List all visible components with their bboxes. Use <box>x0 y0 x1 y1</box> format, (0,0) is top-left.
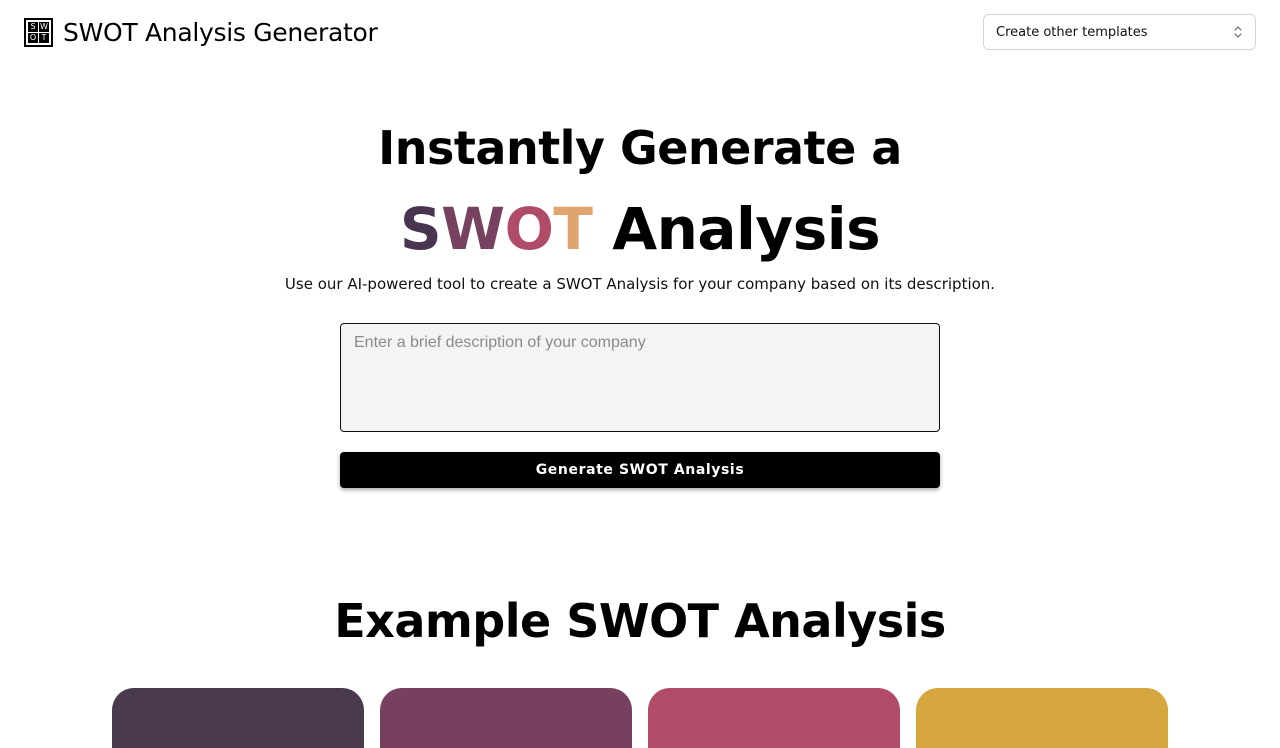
company-description-input[interactable] <box>340 323 940 432</box>
weaknesses-card <box>380 688 632 748</box>
strengths-card <box>112 688 364 748</box>
swot-letter-t: T <box>553 195 593 263</box>
logo-letter-s: S <box>28 21 38 32</box>
example-swot-cards <box>112 688 1168 748</box>
brand[interactable]: S W O T SWOT Analysis Generator <box>24 16 378 48</box>
hero-heading-line2: SWOT Analysis <box>0 194 1280 264</box>
generate-swot-button[interactable]: Generate SWOT Analysis <box>340 452 940 488</box>
logo-letter-o: O <box>28 32 38 43</box>
template-select[interactable]: Create other templates <box>983 14 1256 50</box>
opportunities-card <box>648 688 900 748</box>
hero-heading-line1: Instantly Generate a <box>378 121 902 175</box>
swot-letter-o: O <box>504 195 554 263</box>
swot-logo-icon: S W O T <box>24 17 53 47</box>
logo-letter-t: T <box>39 32 49 43</box>
example-section-title: Example SWOT Analysis <box>334 594 946 648</box>
chevron-updown-icon <box>1234 26 1242 38</box>
hero-subtitle: Use our AI-powered tool to create a SWOT… <box>284 275 996 293</box>
swot-letter-s: S <box>399 195 442 263</box>
header: S W O T SWOT Analysis Generator Create o… <box>0 0 1280 64</box>
swot-letter-w: W <box>441 195 505 263</box>
template-select-value: Create other templates <box>996 24 1148 40</box>
hero-analysis-word: Analysis <box>612 195 881 263</box>
threats-card <box>916 688 1168 748</box>
app-title: SWOT Analysis Generator <box>63 17 378 47</box>
logo-letter-w: W <box>39 21 49 32</box>
